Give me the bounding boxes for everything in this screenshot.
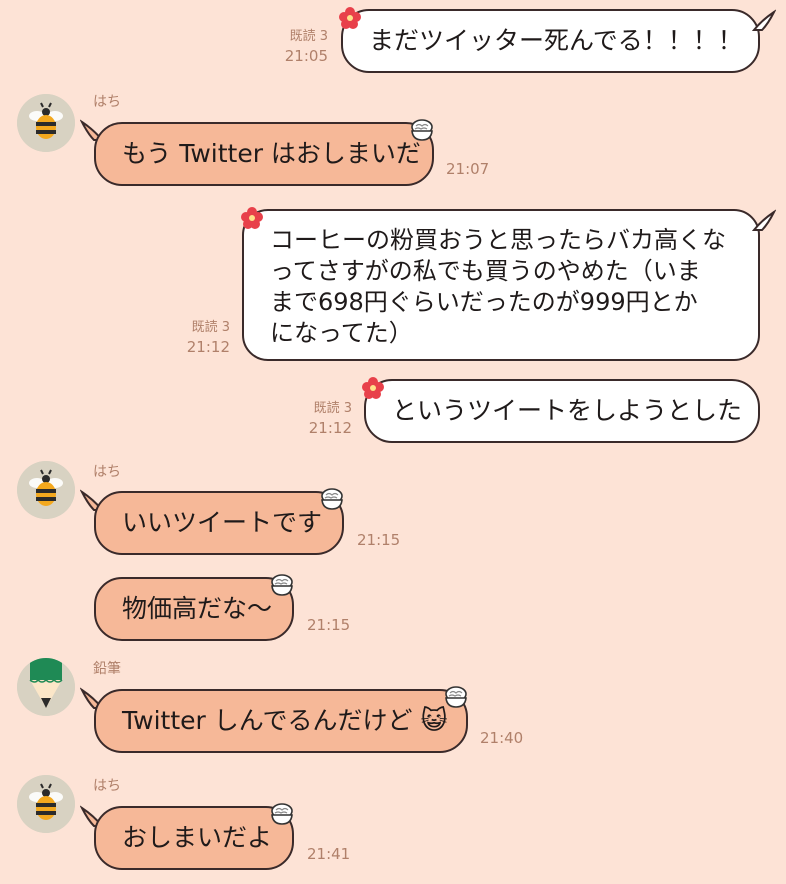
rice-bowl-icon bbox=[271, 574, 293, 596]
message-text: Twitter しんでるんだけど bbox=[122, 706, 413, 735]
message-time: 21:12 bbox=[308, 419, 352, 437]
rice-bowl-icon bbox=[321, 488, 343, 510]
bee-avatar-icon[interactable] bbox=[17, 94, 75, 152]
message-time: 21:15 bbox=[357, 531, 401, 549]
bubble-tail bbox=[752, 9, 776, 31]
bee-avatar-icon[interactable] bbox=[17, 775, 75, 833]
message-time: 21:12 bbox=[186, 338, 230, 356]
rice-bowl-icon bbox=[271, 803, 293, 825]
cat-emoji-icon: 😺 bbox=[420, 706, 448, 736]
hibiscus-icon bbox=[241, 207, 263, 229]
message-line: になってた） bbox=[270, 319, 413, 347]
read-receipt: 既読 3 bbox=[313, 401, 352, 416]
sender-name: はち bbox=[93, 94, 121, 110]
rice-bowl-icon bbox=[445, 686, 467, 708]
message-time: 21:15 bbox=[307, 616, 351, 634]
message-bubble[interactable]: コーヒーの粉買おうと思ったらバカ高くな ってさすがの私でも買うのやめた（いま ま… bbox=[242, 209, 760, 361]
bee-avatar-icon[interactable] bbox=[17, 461, 75, 519]
sender-name: はち bbox=[93, 778, 121, 794]
message-line: コーヒーの粉買おうと思ったらバカ高くな bbox=[270, 226, 726, 254]
message-line: まで698円ぐらいだったのが999円とか bbox=[270, 288, 698, 316]
message-bubble[interactable]: もう Twitter はおしまいだ bbox=[94, 122, 434, 186]
message-time: 21:41 bbox=[307, 845, 351, 863]
message-time: 21:07 bbox=[446, 160, 490, 178]
message-line: ってさすがの私でも買うのやめた（いま bbox=[270, 257, 701, 285]
sender-name: はち bbox=[93, 464, 121, 480]
rice-bowl-icon bbox=[411, 119, 433, 141]
read-receipt: 既読 3 bbox=[289, 29, 328, 44]
message-bubble[interactable]: まだツイッター死んでる！！！！ bbox=[341, 9, 760, 73]
hibiscus-icon bbox=[362, 377, 384, 399]
message-bubble[interactable]: 物価高だな〜 bbox=[94, 577, 294, 641]
message-time: 21:05 bbox=[284, 47, 328, 65]
message-time: 21:40 bbox=[480, 729, 524, 747]
sender-name: 鉛筆 bbox=[93, 661, 121, 677]
message-bubble[interactable]: いいツイートです bbox=[94, 491, 344, 555]
pencil-avatar-icon[interactable] bbox=[17, 658, 75, 716]
bubble-tail bbox=[752, 209, 776, 231]
hibiscus-icon bbox=[339, 7, 361, 29]
read-receipt: 既読 3 bbox=[191, 320, 230, 335]
message-bubble[interactable]: おしまいだよ bbox=[94, 806, 294, 870]
message-bubble[interactable]: Twitter しんでるんだけど 😺 bbox=[94, 689, 468, 753]
message-bubble[interactable]: というツイートをしようとした bbox=[364, 379, 760, 443]
